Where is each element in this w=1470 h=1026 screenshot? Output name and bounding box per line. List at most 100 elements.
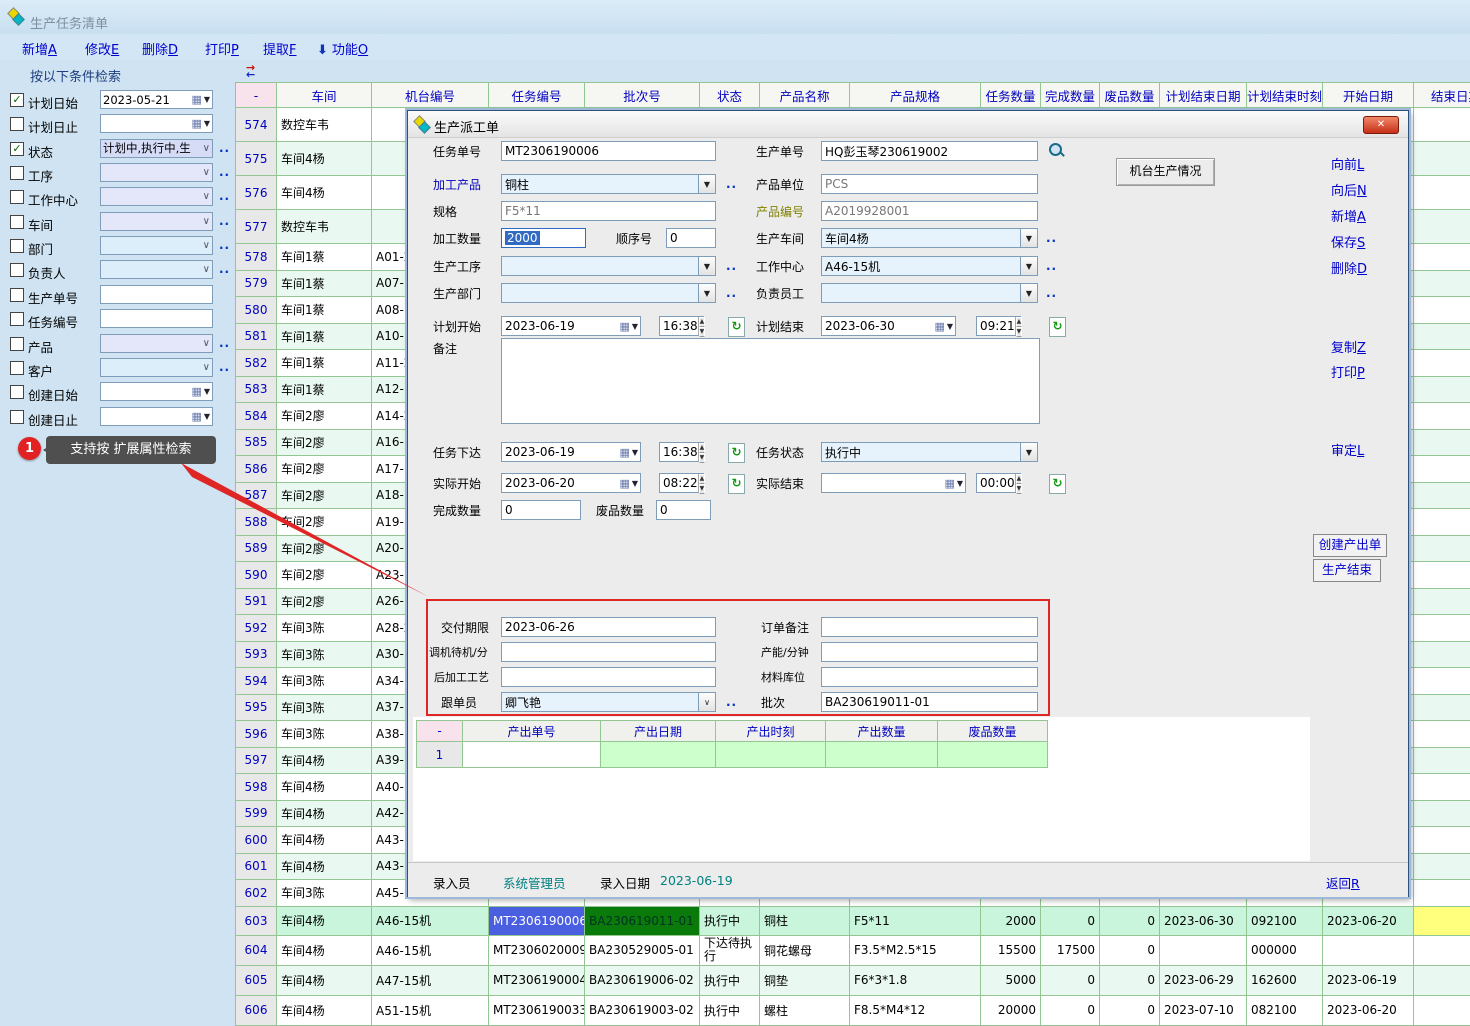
table-cell[interactable] [1323,936,1414,966]
filter-combo-input[interactable]: ∨ [100,212,213,231]
checkbox[interactable] [10,288,24,302]
table-cell[interactable]: A46-15机 [372,936,489,966]
workshop-more-button[interactable]: .. [1046,231,1057,245]
output-cell[interactable] [938,742,1048,768]
column-header[interactable]: 结束日期 [1414,82,1470,108]
table-cell[interactable] [1414,880,1470,907]
table-cell[interactable] [1414,176,1470,210]
filter-combo-input[interactable]: ∨ [100,163,213,182]
table-cell[interactable]: 车间1蔡 [277,271,372,298]
column-header[interactable]: 批次号 [585,82,700,108]
table-cell[interactable]: 车间4杨 [277,907,372,936]
output-row-number[interactable]: 1 [416,742,463,768]
table-cell[interactable]: MT2306190004 [489,966,585,996]
checkbox[interactable] [10,239,24,253]
output-column-header[interactable]: 废品数量 [938,720,1048,742]
calendar-icon[interactable]: ▦ [191,385,201,398]
dept-combo[interactable]: ▼ [501,283,716,303]
table-cell[interactable]: 20000 [981,996,1041,1026]
checkbox[interactable] [10,337,24,351]
table-cell[interactable] [1414,668,1470,695]
table-cell[interactable]: F8.5*M4*12 [850,996,981,1026]
calendar-icon[interactable]: ▦ [191,117,201,130]
row-number[interactable]: 593 [235,642,277,669]
print-link[interactable]: 打印P [1331,362,1365,381]
column-header[interactable]: 任务数量 [981,82,1041,108]
table-cell[interactable] [1414,142,1470,176]
task-no-input[interactable]: MT2306190006 [501,141,716,161]
table-cell[interactable]: 车间3陈 [277,721,372,748]
filter-combo-input[interactable]: 计划中,执行中,生∨ [100,139,213,158]
table-cell[interactable]: 0 [1041,996,1100,1026]
output-column-header[interactable]: 产出数量 [826,720,938,742]
table-cell[interactable]: 车间4杨 [277,801,372,828]
row-number[interactable]: 595 [235,695,277,722]
chevron-down-icon[interactable]: ▼ [698,284,715,302]
table-cell[interactable] [1414,907,1470,936]
table-cell[interactable]: 2023-06-19 [1323,966,1414,996]
table-cell[interactable]: BA230529005-01 [585,936,700,966]
follower-more-button[interactable]: .. [726,695,737,709]
table-cell[interactable]: 000000 [1247,936,1323,966]
table-cell[interactable]: 车间1蔡 [277,350,372,377]
table-cell[interactable]: A47-15机 [372,966,489,996]
toolbar-item-F[interactable]: 提取F [263,39,297,58]
qty-input[interactable]: 2000 [501,228,586,248]
act-start-time[interactable]: 08:22▲▼ [659,473,704,493]
calendar-icon[interactable]: ▦ [619,320,629,333]
table-cell[interactable]: 车间2廖 [277,430,372,457]
filter-text-input[interactable] [100,309,213,328]
table-cell[interactable]: 车间1蔡 [277,297,372,324]
material-loc-input[interactable] [821,667,1038,687]
approve-link[interactable]: 审定L [1331,440,1364,459]
scrap-qty-input[interactable]: 0 [656,500,711,520]
table-cell[interactable]: 0 [1100,966,1160,996]
checkbox[interactable] [10,190,24,204]
row-number[interactable]: 591 [235,589,277,616]
table-cell[interactable]: 162600 [1247,966,1323,996]
row-number[interactable]: 606 [235,996,277,1026]
row-number[interactable]: 597 [235,748,277,775]
refresh-icon[interactable]: ↻ [728,443,745,463]
table-cell[interactable] [1414,350,1470,377]
output-column-header[interactable]: 产出时刻 [716,720,826,742]
chevron-down-icon[interactable]: ▼ [947,322,953,331]
table-cell[interactable] [1414,271,1470,298]
chevron-down-icon[interactable]: ∨ [203,240,210,251]
checkbox[interactable] [10,263,24,277]
output-cell[interactable] [716,742,826,768]
table-cell[interactable] [1414,483,1470,510]
process-more-button[interactable]: .. [726,259,737,273]
output-cell[interactable] [601,742,716,768]
chevron-down-icon[interactable]: ▼ [1020,443,1037,461]
column-header[interactable]: 完成数量 [1041,82,1100,108]
column-header[interactable]: 状态 [700,82,760,108]
output-column-header[interactable]: 产出单号 [463,720,601,742]
table-cell[interactable] [1414,615,1470,642]
add-link[interactable]: 新增A [1331,206,1366,225]
chevron-down-icon[interactable]: ∨ [203,362,210,373]
filter-combo-input[interactable]: ∨ [100,187,213,206]
search-icon[interactable] [1048,142,1065,159]
table-cell[interactable] [1414,456,1470,483]
table-cell[interactable]: BA230619006-02 [585,966,700,996]
chevron-down-icon[interactable]: ▼ [204,95,210,104]
toolbar-item-D[interactable]: 删除D [142,39,178,58]
table-cell[interactable] [1414,509,1470,536]
row-number[interactable]: 575 [235,142,277,176]
row-number[interactable]: 592 [235,615,277,642]
prev-link[interactable]: 向前L [1331,154,1364,173]
table-cell[interactable]: 2023-06-20 [1323,996,1414,1026]
table-cell[interactable] [1414,244,1470,271]
workshop-combo[interactable]: 车间4杨▼ [821,228,1038,248]
row-number[interactable]: 602 [235,880,277,907]
task-issue-date[interactable]: 2023-06-19▦▼ [501,442,641,462]
table-row-604[interactable]: 604车间4杨A46-15机MT2306020009BA230529005-01… [235,936,1470,966]
chevron-down-icon[interactable]: ∨ [203,167,210,178]
column-header[interactable]: 产品规格 [850,82,981,108]
table-cell[interactable]: 车间4杨 [277,176,372,210]
refresh-icon[interactable]: ↻ [728,317,745,337]
table-cell[interactable] [1414,642,1470,669]
table-cell[interactable]: 车间1蔡 [277,377,372,404]
filter-more-button[interactable]: .. [219,360,230,374]
